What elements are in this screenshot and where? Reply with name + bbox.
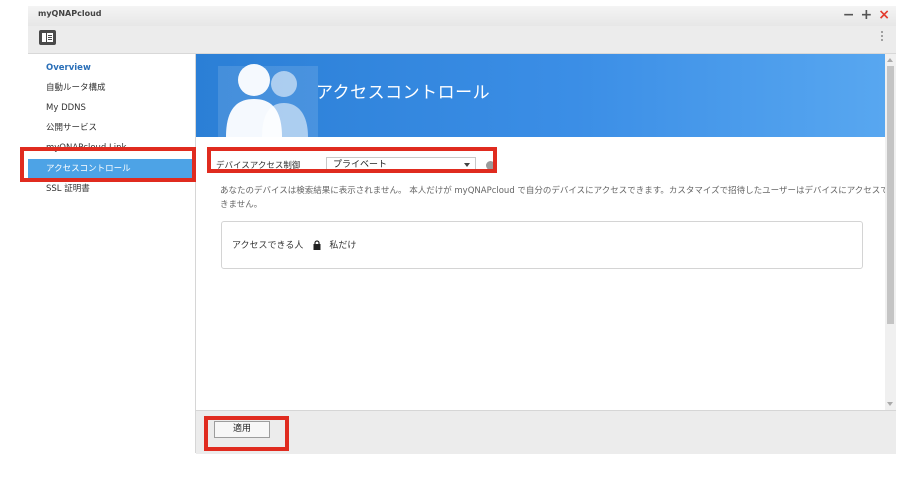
main-content: アクセスコントロール デバイスアクセス制御 プライベート あなたのデバイスは検索… [196,54,889,410]
sidebar-item-auto-router[interactable]: 自動ルータ構成 [28,78,195,98]
sidebar-item-public-services[interactable]: 公開サービス [28,118,195,138]
footer-bar: 適用 [196,410,896,454]
device-access-row: デバイスアクセス制御 プライベート [210,156,495,174]
info-icon[interactable] [486,160,495,170]
device-access-selected-value: プライベート [333,160,388,170]
who-can-access-value: 私だけ [329,241,357,251]
users-icon [218,64,318,137]
more-options-icon[interactable] [881,31,884,43]
window-controls: − + × [843,6,890,24]
close-button[interactable]: × [878,6,890,24]
who-can-access-label: アクセスできる人 [232,241,304,251]
who-can-access-row: アクセスできる人 私だけ [232,238,356,251]
sidebar: Overview 自動ルータ構成 My DDNS 公開サービス myQNAPcl… [28,54,196,453]
page-banner: アクセスコントロール [196,54,885,137]
sidebar-item-my-ddns[interactable]: My DDNS [28,98,195,118]
access-info-panel: アクセスできる人 私だけ [221,221,863,269]
app-title: myQNAPcloud [38,9,102,18]
chevron-down-icon [464,163,470,167]
sidebar-item-ssl-certificate[interactable]: SSL 証明書 [28,179,195,199]
app-window: myQNAPcloud − + × Overview 自動ルータ構成 My DD… [28,6,896,454]
device-access-label: デバイスアクセス制御 [216,161,301,171]
menu-toggle-icon[interactable] [39,30,56,45]
access-description: あなたのデバイスは検索結果に表示されません。 本人だけが myQNAPcloud… [220,186,889,210]
scroll-up-icon[interactable] [887,58,893,62]
device-access-select[interactable]: プライベート [326,157,476,173]
lock-icon [313,239,321,250]
title-bar: myQNAPcloud − + × [28,6,896,26]
minimize-button[interactable]: − [843,6,855,24]
maximize-button[interactable]: + [861,6,873,24]
page-title: アクセスコントロール [316,83,491,103]
scroll-thumb[interactable] [887,66,894,324]
toolbar [28,26,896,54]
content-scrollbar[interactable] [885,54,896,410]
scroll-down-icon[interactable] [887,402,893,406]
sidebar-item-myqnapcloud-link[interactable]: myQNAPcloud Link [28,138,195,158]
sidebar-item-overview[interactable]: Overview [28,58,195,78]
sidebar-item-access-control[interactable]: アクセスコントロール [28,159,195,179]
apply-button[interactable]: 適用 [214,421,270,438]
